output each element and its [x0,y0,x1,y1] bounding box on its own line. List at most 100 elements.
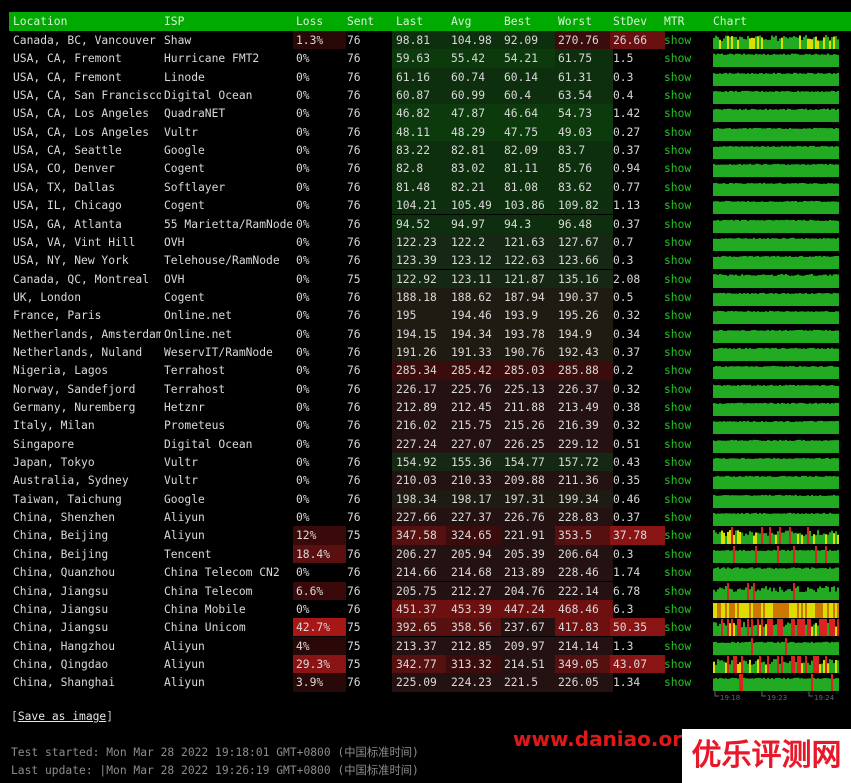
mtr-show-link[interactable]: show [664,159,709,177]
header-avg[interactable]: Avg [446,12,506,31]
mtr-show-link[interactable]: show [664,563,709,581]
latency-bar [759,237,761,251]
latency-bar [785,238,787,251]
header-best[interactable]: Best [501,12,558,31]
mtr-show-link[interactable]: show [664,325,709,343]
latency-bar [761,403,763,416]
latency-bar [761,569,763,582]
mtr-show-link[interactable]: show [664,343,709,361]
latency-bar [713,311,715,325]
latency-bar [801,402,803,416]
mtr-show-link[interactable]: show [664,471,709,489]
latency-bar [775,513,777,527]
sparkline-svg [713,527,839,545]
mtr-show-link[interactable]: show [664,673,709,691]
mtr-show-link[interactable]: show [664,545,709,563]
latency-bar [761,146,763,160]
latency-bar [833,201,835,215]
latency-bar [795,293,797,306]
mtr-show-link[interactable]: show [664,380,709,398]
mtr-show-link[interactable]: show [664,141,709,159]
latency-sparkline [713,49,840,68]
latency-bar [811,567,813,582]
mtr-show-link[interactable]: show [664,196,709,214]
save-as-image-link[interactable]: Save as image [18,710,106,723]
latency-bar [769,238,771,251]
latency-bar [775,642,777,655]
latency-bar [823,164,825,178]
mtr-show-link[interactable]: show [664,306,709,324]
latency-bar [755,366,757,380]
mtr-show-link[interactable]: show [664,453,709,471]
latency-bar [783,164,785,178]
mtr-show-link[interactable]: show [664,655,709,673]
mtr-show-link[interactable]: show [664,68,709,86]
table-row: China, Shenzhen Aliyun 0% 76 227.66 227.37 226… [9,508,851,527]
latency-bar [803,476,805,490]
latency-bar [735,219,737,233]
mtr-show-link[interactable]: show [664,86,709,104]
latency-bar [727,238,729,251]
latency-bar [779,348,781,361]
header-stdev[interactable]: StDev [610,12,665,31]
latency-bar [725,625,727,637]
mtr-show-link[interactable]: show [664,582,709,600]
header-worst[interactable]: Worst [555,12,613,31]
latency-bar [771,256,773,270]
cell-isp: Aliyun [164,511,205,525]
latency-bar [835,513,837,527]
mtr-show-link[interactable]: show [664,398,709,416]
mtr-show-link[interactable]: show [664,637,709,655]
latency-bar [735,293,737,306]
mtr-show-link[interactable]: show [664,435,709,453]
mtr-show-link[interactable]: show [664,490,709,508]
mtr-show-link[interactable]: show [664,288,709,306]
latency-bar [767,73,769,86]
latency-bar [733,293,735,306]
latency-bar [805,550,807,563]
latency-bar [835,550,837,563]
latency-bar [799,568,801,582]
header-location[interactable]: Location [13,12,161,31]
latency-bar [743,127,745,141]
loss-bar [751,637,753,655]
latency-bar [829,591,831,600]
mtr-show-link[interactable]: show [664,49,709,67]
latency-bar [763,91,765,105]
mtr-show-link[interactable]: show [664,508,709,526]
header-loss[interactable]: Loss [293,12,346,31]
latency-bar [779,384,781,398]
cell-best: 447.24 [501,599,558,619]
latency-bar [771,347,773,361]
latency-bar [793,164,795,178]
mtr-show-link[interactable]: show [664,361,709,379]
latency-bar [721,550,723,563]
latency-bar [717,330,719,343]
mtr-show-link[interactable]: show [664,31,709,49]
latency-bar [831,659,833,673]
mtr-show-link[interactable]: show [664,270,709,288]
header-sent[interactable]: Sent [344,12,393,31]
cell-loss: 0% [296,235,310,249]
mtr-show-link[interactable]: show [664,104,709,122]
latency-bar [835,367,837,380]
latency-bar [773,72,775,86]
mtr-show-link[interactable]: show [664,123,709,141]
latency-bar [731,91,733,105]
latency-bar [751,293,753,306]
mtr-show-link[interactable]: show [664,600,709,618]
mtr-show-link[interactable]: show [664,618,709,636]
mtr-show-link[interactable]: show [664,526,709,544]
mtr-show-link[interactable]: show [664,416,709,434]
mtr-show-link[interactable]: show [664,178,709,196]
latency-bar [745,641,747,655]
latency-bar [717,458,719,472]
mtr-show-link[interactable]: show [664,215,709,233]
header-isp[interactable]: ISP [164,12,292,31]
latency-bar [713,622,715,637]
latency-bar [787,293,789,306]
mtr-show-link[interactable]: show [664,251,709,269]
mtr-show-link[interactable]: show [664,233,709,251]
latency-bar [715,128,717,141]
header-last[interactable]: Last [392,12,450,31]
